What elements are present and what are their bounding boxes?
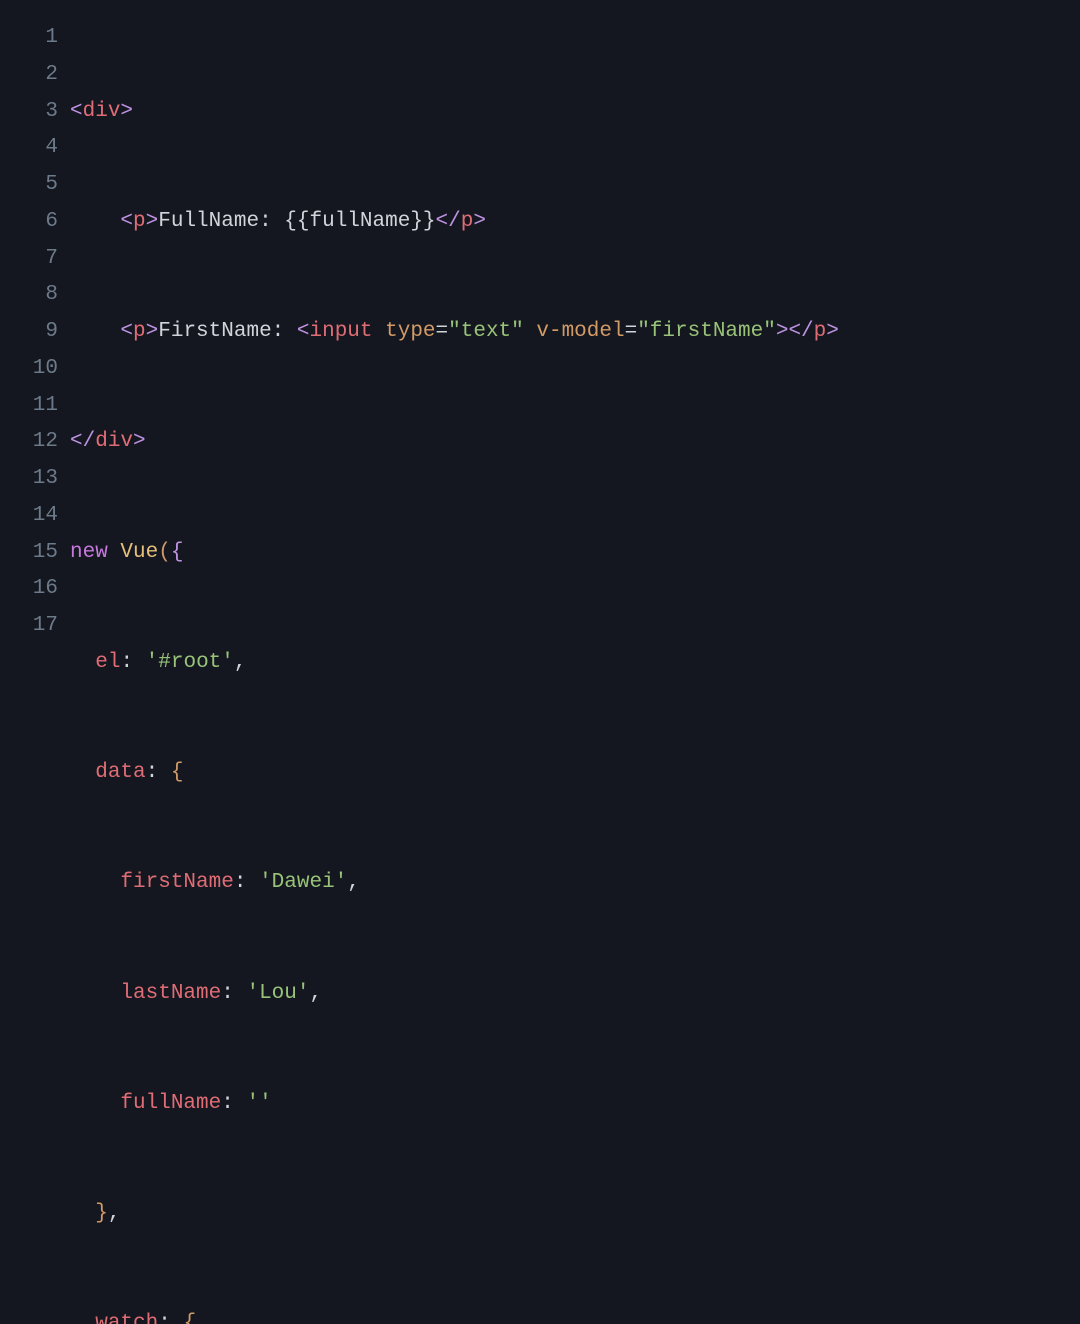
code-line: </div> xyxy=(70,424,1080,461)
line-number: 4 xyxy=(0,130,58,167)
code-line: <div> xyxy=(70,94,1080,131)
line-number: 12 xyxy=(0,424,58,461)
line-number: 7 xyxy=(0,241,58,278)
code-line: watch: { xyxy=(70,1306,1080,1324)
code-content[interactable]: <div> <p>FullName: {{fullName}}</p> <p>F… xyxy=(70,20,1080,1324)
line-number: 6 xyxy=(0,204,58,241)
line-number: 3 xyxy=(0,94,58,131)
code-line: <p>FirstName: <input type="text" v-model… xyxy=(70,314,1080,351)
line-number: 1 xyxy=(0,20,58,57)
line-number: 10 xyxy=(0,351,58,388)
line-number: 8 xyxy=(0,277,58,314)
line-number: 9 xyxy=(0,314,58,351)
line-number-gutter: 1 2 3 4 5 6 7 8 9 10 11 12 13 14 15 16 1… xyxy=(0,20,70,1324)
code-line: new Vue({ xyxy=(70,535,1080,572)
code-line: lastName: 'Lou', xyxy=(70,976,1080,1013)
line-number: 11 xyxy=(0,388,58,425)
code-line: el: '#root', xyxy=(70,645,1080,682)
code-line: <p>FullName: {{fullName}}</p> xyxy=(70,204,1080,241)
line-number: 15 xyxy=(0,535,58,572)
code-line: }, xyxy=(70,1196,1080,1233)
line-number: 13 xyxy=(0,461,58,498)
code-editor: 1 2 3 4 5 6 7 8 9 10 11 12 13 14 15 16 1… xyxy=(0,20,1080,1324)
line-number: 14 xyxy=(0,498,58,535)
line-number: 5 xyxy=(0,167,58,204)
code-line: firstName: 'Dawei', xyxy=(70,865,1080,902)
code-line: data: { xyxy=(70,755,1080,792)
line-number: 17 xyxy=(0,608,58,645)
line-number: 16 xyxy=(0,571,58,608)
code-line: fullName: '' xyxy=(70,1086,1080,1123)
line-number: 2 xyxy=(0,57,58,94)
